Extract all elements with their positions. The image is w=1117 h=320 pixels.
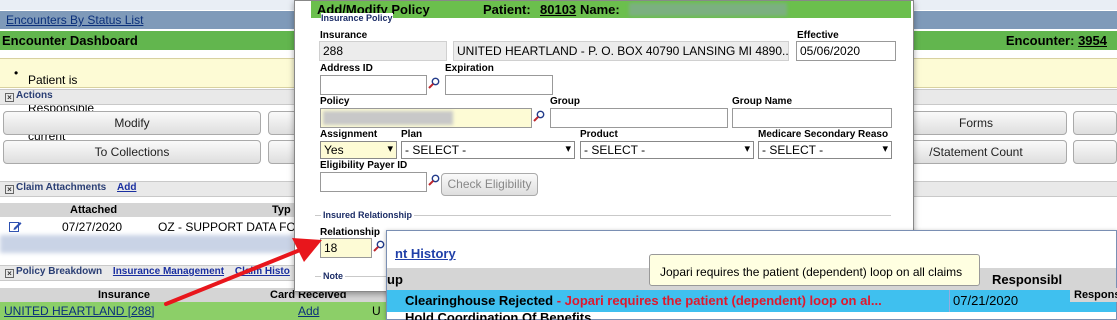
encounter-number-link[interactable]: 3954 bbox=[1078, 33, 1107, 48]
name-label: Name: bbox=[580, 2, 620, 17]
tooltip-text: Jopari requires the patient (dependent) … bbox=[660, 265, 963, 279]
policy-lookup-icon[interactable] bbox=[533, 110, 545, 122]
plan-select[interactable]: - SELECT - bbox=[401, 141, 575, 159]
check-eligibility-button[interactable]: Check Eligibility bbox=[441, 173, 538, 196]
patient-label: Patient: bbox=[483, 2, 531, 17]
policy-number-redacted bbox=[323, 111, 453, 125]
col-type: Typ bbox=[272, 204, 291, 216]
col-responsible: Responsibl bbox=[992, 272, 1063, 287]
claim-attachments-label: Claim Attachments bbox=[16, 182, 107, 193]
history-row-rejected[interactable]: Clearinghouse Rejected - Jopari requires… bbox=[387, 290, 1116, 312]
medicare-secondary-reason-label: Medicare Secondary Reaso bbox=[758, 129, 889, 140]
collapse-icon[interactable]: × bbox=[5, 185, 14, 194]
address-id-field[interactable] bbox=[320, 75, 427, 95]
policy-breakdown-label: Policy Breakdown bbox=[16, 266, 103, 277]
encounters-by-status-link[interactable]: Encounters By Status List bbox=[6, 13, 143, 27]
insurance-label: Insurance bbox=[320, 30, 368, 41]
expiration-label: Expiration bbox=[445, 63, 494, 74]
product-select[interactable]: - SELECT - bbox=[580, 141, 754, 159]
effective-date-field[interactable]: 05/06/2020 bbox=[796, 41, 896, 61]
policy-row-extra: U bbox=[372, 304, 381, 318]
history-row-status: Clearinghouse Rejected - Jopari requires… bbox=[405, 293, 882, 308]
payer-lookup-icon[interactable] bbox=[428, 174, 440, 186]
history-row-hold[interactable]: Hold Coordination Of Benefits bbox=[387, 312, 1116, 320]
cell-divider bbox=[949, 290, 950, 312]
eligibility-payer-id-label: Eligibility Payer ID bbox=[320, 160, 408, 171]
policy-insurance-link[interactable]: UNITED HEARTLAND [288] bbox=[4, 304, 155, 318]
col-attached: Attached bbox=[70, 204, 118, 216]
attachment-date: 07/27/2020 bbox=[62, 220, 123, 234]
encounter-label: Encounter: bbox=[1005, 33, 1075, 48]
history-row-date: 07/21/2020 bbox=[953, 293, 1019, 308]
insured-relationship-legend: Insured Relationship bbox=[321, 210, 415, 220]
relationship-lookup-icon[interactable] bbox=[373, 240, 385, 252]
action-button-partial-right[interactable] bbox=[1073, 111, 1117, 135]
notice-text: • Patient is NOT Responsible on the curr… bbox=[14, 66, 95, 157]
group-name-field[interactable] bbox=[732, 108, 892, 128]
address-lookup-icon[interactable] bbox=[428, 77, 440, 89]
modify-button[interactable]: Modify bbox=[3, 111, 261, 135]
effective-label: Effective bbox=[797, 30, 839, 41]
add-attachment-link[interactable]: Add bbox=[117, 182, 136, 193]
eligibility-payer-id-field[interactable] bbox=[320, 172, 427, 192]
responsible-header-right: Respons bbox=[1070, 288, 1117, 302]
to-collections-button[interactable]: To Collections bbox=[3, 140, 261, 164]
group-name-label: Group Name bbox=[732, 96, 793, 107]
collapse-icon[interactable]: × bbox=[5, 269, 14, 278]
patient-id-link[interactable]: 80103 bbox=[540, 2, 576, 17]
edit-icon[interactable] bbox=[9, 220, 22, 233]
dashboard-title: Encounter Dashboard bbox=[2, 33, 138, 48]
assignment-label: Assignment bbox=[320, 129, 378, 140]
assignment-select[interactable]: Yes bbox=[320, 141, 397, 159]
claim-history-link[interactable]: nt History bbox=[395, 246, 456, 261]
insurance-policy-legend: Insurance Policy bbox=[321, 13, 393, 23]
history-row-hold-status: Hold Coordination Of Benefits bbox=[405, 312, 592, 320]
col-insurance: Insurance bbox=[98, 289, 150, 301]
medicare-secondary-reason-select[interactable]: - SELECT - bbox=[758, 141, 892, 159]
address-id-label: Address ID bbox=[320, 63, 373, 74]
plan-label: Plan bbox=[401, 129, 423, 140]
policy-label: Policy bbox=[320, 96, 350, 107]
rejection-tooltip: Jopari requires the patient (dependent) … bbox=[649, 254, 980, 286]
attachments-grid-header: Attached Typ bbox=[0, 203, 294, 217]
insurance-name-field[interactable]: UNITED HEARTLAND - P. O. BOX 40790 LANSI… bbox=[453, 41, 789, 61]
policy-number-field[interactable] bbox=[320, 108, 532, 128]
collapse-icon[interactable]: × bbox=[5, 93, 14, 102]
group-field[interactable] bbox=[550, 108, 728, 128]
encounter-number-display: Encounter: 3954 bbox=[1006, 33, 1107, 48]
action-button-partial-right-2[interactable] bbox=[1073, 140, 1117, 164]
dialog-header[interactable]: Add/Modify Policy Patient: 80103 Name: bbox=[311, 1, 911, 18]
product-label: Product bbox=[580, 129, 618, 140]
expiration-field[interactable] bbox=[445, 75, 553, 95]
col-group-fragment: up bbox=[387, 272, 403, 287]
annotation-arrow-icon bbox=[164, 238, 322, 306]
patient-name-redacted bbox=[629, 3, 787, 16]
insurance-code-field[interactable]: 288 bbox=[319, 41, 447, 61]
actions-label: Actions bbox=[16, 90, 53, 101]
group-label: Group bbox=[550, 96, 580, 107]
